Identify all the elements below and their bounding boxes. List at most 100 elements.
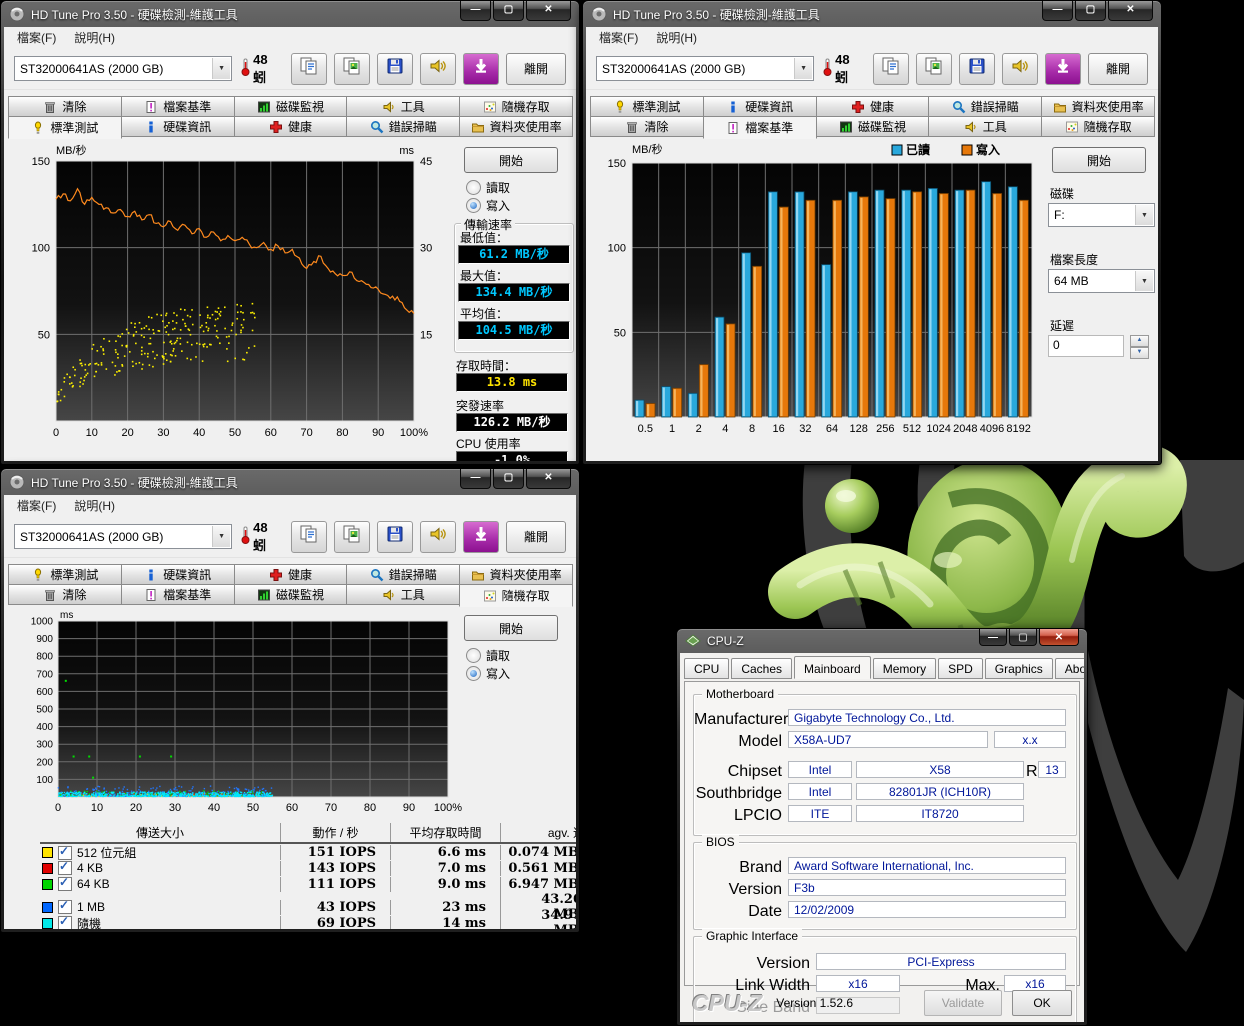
read-radio[interactable]: 讀取 bbox=[466, 179, 510, 196]
titlebar[interactable]: HD Tune Pro 3.50 - 硬碟檢測-維護工具 — ▢ ✕ bbox=[583, 1, 1161, 27]
tab-random[interactable]: 隨機存取 bbox=[1041, 116, 1155, 137]
close-button[interactable]: ✕ bbox=[526, 469, 571, 489]
close-button[interactable]: ✕ bbox=[1039, 629, 1079, 646]
tab-benchmark[interactable]: 標準測試 bbox=[590, 96, 704, 117]
tab-health[interactable]: 健康 bbox=[234, 564, 348, 585]
tab-diskmon[interactable]: 磁碟監視 bbox=[234, 584, 348, 605]
cpuz-tab-memory[interactable]: Memory bbox=[873, 658, 936, 679]
drive-select[interactable]: ST32000641AS (2000 GB) ▼ bbox=[14, 524, 232, 549]
series-checkbox[interactable] bbox=[58, 877, 72, 891]
tab-trash[interactable]: 清除 bbox=[8, 584, 122, 605]
save-button[interactable] bbox=[959, 53, 995, 85]
menu-file[interactable]: 檔案(F) bbox=[590, 27, 647, 48]
validate-button[interactable]: Validate bbox=[924, 990, 1002, 1016]
tab-diskmon[interactable]: 磁碟監視 bbox=[234, 96, 348, 117]
tab-info[interactable]: 硬碟資訊 bbox=[121, 116, 235, 137]
copy-text-button[interactable] bbox=[291, 53, 327, 85]
save-button[interactable] bbox=[377, 521, 413, 553]
tab-folder[interactable]: 資料夾使用率 bbox=[459, 564, 573, 585]
minimize-button[interactable]: — bbox=[460, 469, 491, 489]
tab-tools[interactable]: 工具 bbox=[928, 116, 1042, 137]
download-button[interactable] bbox=[463, 521, 499, 553]
tab-filebench[interactable]: 檔案基準 bbox=[121, 96, 235, 117]
series-checkbox[interactable] bbox=[58, 916, 72, 929]
copy-text-button[interactable] bbox=[873, 53, 909, 85]
tab-random[interactable]: 隨機存取 bbox=[459, 584, 573, 607]
disk-select[interactable]: F: ▼ bbox=[1048, 203, 1155, 227]
close-button[interactable]: ✕ bbox=[526, 1, 571, 21]
sound-button[interactable] bbox=[1002, 53, 1038, 85]
tab-scan[interactable]: 錯誤掃瞄 bbox=[346, 116, 460, 137]
spin-up-button[interactable]: ▲ bbox=[1130, 335, 1149, 347]
menu-file[interactable]: 檔案(F) bbox=[8, 495, 65, 516]
tab-health[interactable]: 健康 bbox=[816, 96, 930, 117]
tab-trash[interactable]: 清除 bbox=[8, 96, 122, 117]
drive-select[interactable]: ST32000641AS (2000 GB) ▼ bbox=[596, 56, 814, 81]
tab-trash[interactable]: 清除 bbox=[590, 116, 704, 137]
spin-down-button[interactable]: ▼ bbox=[1130, 347, 1149, 359]
tab-filebench[interactable]: 檔案基準 bbox=[703, 116, 817, 139]
save-button[interactable] bbox=[377, 53, 413, 85]
copy-text-button[interactable] bbox=[291, 521, 327, 553]
sound-button[interactable] bbox=[420, 53, 456, 85]
cpuz-tab-spd[interactable]: SPD bbox=[938, 658, 983, 679]
write-radio[interactable]: 寫入 bbox=[466, 665, 510, 682]
write-radio-circle[interactable] bbox=[466, 666, 481, 681]
cpuz-tab-cpu[interactable]: CPU bbox=[684, 658, 729, 679]
tab-benchmark[interactable]: 標準測試 bbox=[8, 564, 122, 585]
maximize-button[interactable]: ▢ bbox=[1075, 1, 1106, 21]
titlebar[interactable]: HD Tune Pro 3.50 - 硬碟檢測-維護工具 — ▢ ✕ bbox=[1, 469, 579, 495]
cpuz-tab-about[interactable]: About bbox=[1055, 658, 1084, 679]
tab-scan[interactable]: 錯誤掃瞄 bbox=[928, 96, 1042, 117]
exit-button[interactable]: 離開 bbox=[1088, 53, 1148, 85]
cpuz-tab-mainboard[interactable]: Mainboard bbox=[794, 656, 871, 679]
menu-help[interactable]: 說明(H) bbox=[65, 495, 124, 516]
minimize-button[interactable]: — bbox=[979, 629, 1007, 646]
titlebar[interactable]: CPU-Z — ▢ ✕ bbox=[677, 629, 1087, 653]
file-length-select[interactable]: 64 MB ▼ bbox=[1048, 269, 1155, 293]
tab-random[interactable]: 隨機存取 bbox=[459, 96, 573, 117]
start-button[interactable]: 開始 bbox=[464, 147, 558, 173]
titlebar[interactable]: HD Tune Pro 3.50 - 硬碟檢測-維護工具 — ▢ ✕ bbox=[1, 1, 579, 27]
tab-health[interactable]: 健康 bbox=[234, 116, 348, 137]
tab-tools[interactable]: 工具 bbox=[346, 584, 460, 605]
download-button[interactable] bbox=[463, 53, 499, 85]
series-checkbox[interactable] bbox=[58, 861, 72, 875]
menu-help[interactable]: 說明(H) bbox=[647, 27, 706, 48]
cpuz-tab-graphics[interactable]: Graphics bbox=[985, 658, 1053, 679]
ok-button[interactable]: OK bbox=[1012, 990, 1072, 1016]
series-checkbox[interactable] bbox=[58, 846, 72, 860]
minimize-button[interactable]: — bbox=[460, 1, 491, 21]
tab-folder[interactable]: 資料夾使用率 bbox=[459, 116, 573, 137]
copy-image-button[interactable] bbox=[334, 521, 370, 553]
close-button[interactable]: ✕ bbox=[1108, 1, 1153, 21]
tab-info[interactable]: 硬碟資訊 bbox=[121, 564, 235, 585]
series-checkbox[interactable] bbox=[58, 900, 72, 914]
write-radio-circle[interactable] bbox=[466, 198, 481, 213]
maximize-button[interactable]: ▢ bbox=[493, 469, 524, 489]
minimize-button[interactable]: — bbox=[1042, 1, 1073, 21]
maximize-button[interactable]: ▢ bbox=[1009, 629, 1037, 646]
tab-filebench[interactable]: 檔案基準 bbox=[121, 584, 235, 605]
tab-info[interactable]: 硬碟資訊 bbox=[703, 96, 817, 117]
tab-tools[interactable]: 工具 bbox=[346, 96, 460, 117]
delay-spinner[interactable]: 0 ▲ ▼ bbox=[1048, 335, 1149, 359]
read-radio-circle[interactable] bbox=[466, 180, 481, 195]
menu-file[interactable]: 檔案(F) bbox=[8, 27, 65, 48]
sound-button[interactable] bbox=[420, 521, 456, 553]
drive-select[interactable]: ST32000641AS (2000 GB) ▼ bbox=[14, 56, 232, 81]
start-button[interactable]: 開始 bbox=[1052, 147, 1146, 173]
delay-input[interactable]: 0 bbox=[1048, 335, 1124, 357]
cpuz-tab-caches[interactable]: Caches bbox=[731, 658, 792, 679]
copy-image-button[interactable] bbox=[916, 53, 952, 85]
exit-button[interactable]: 離開 bbox=[506, 521, 566, 553]
tab-benchmark[interactable]: 標準測試 bbox=[8, 116, 122, 139]
tab-folder[interactable]: 資料夾使用率 bbox=[1041, 96, 1155, 117]
read-radio-circle[interactable] bbox=[466, 648, 481, 663]
tab-scan[interactable]: 錯誤掃瞄 bbox=[346, 564, 460, 585]
tab-diskmon[interactable]: 磁碟監視 bbox=[816, 116, 930, 137]
write-radio[interactable]: 寫入 bbox=[466, 197, 510, 214]
download-button[interactable] bbox=[1045, 53, 1081, 85]
start-button[interactable]: 開始 bbox=[464, 615, 558, 641]
maximize-button[interactable]: ▢ bbox=[493, 1, 524, 21]
